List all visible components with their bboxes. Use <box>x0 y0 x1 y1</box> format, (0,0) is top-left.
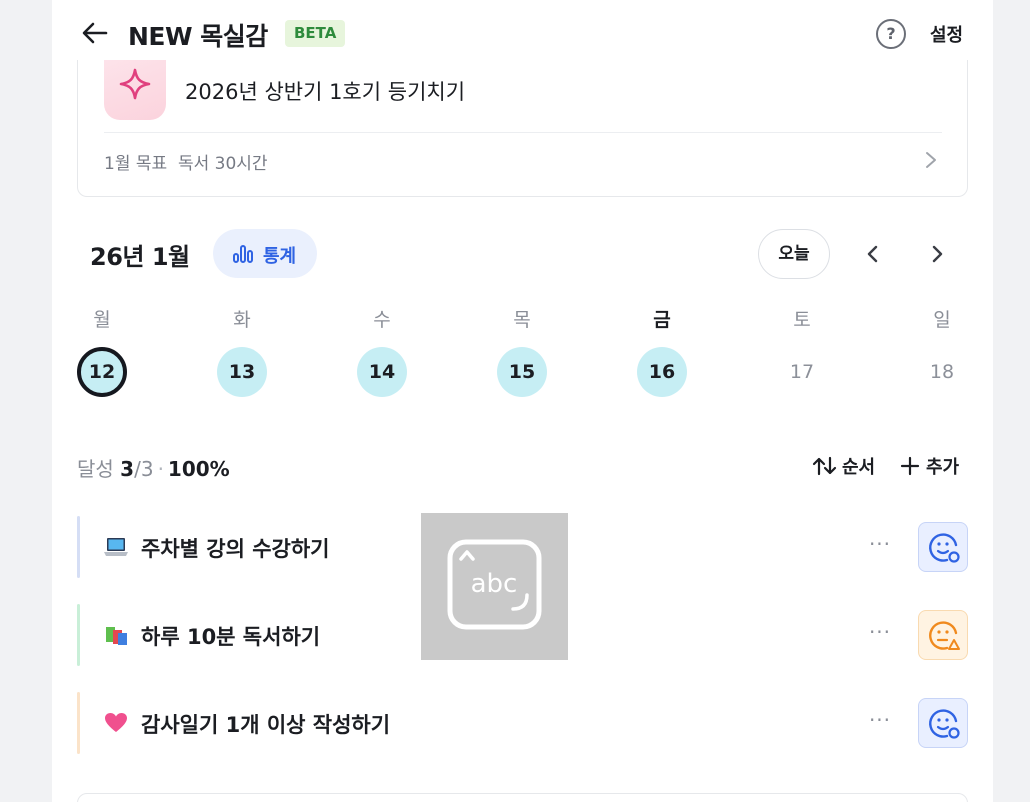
bottom-card <box>77 793 968 802</box>
more-options-button[interactable]: ··· <box>865 708 895 738</box>
chevron-right-icon[interactable] <box>924 150 938 170</box>
chevron-left-icon <box>867 245 878 263</box>
arrow-left-icon <box>82 22 108 44</box>
prev-week-button[interactable] <box>861 239 885 269</box>
weekday-label: 화 <box>233 309 251 331</box>
today-button[interactable]: 오늘 <box>758 229 830 279</box>
chevron-right-icon <box>932 245 943 263</box>
day-cell[interactable]: 18 <box>917 347 967 397</box>
task-label[interactable]: 주차별 강의 수강하기 <box>141 533 330 563</box>
order-button[interactable]: 순서 <box>812 453 875 479</box>
stats-label: 통계 <box>263 246 297 267</box>
task-label[interactable]: 하루 10분 독서하기 <box>141 621 320 651</box>
goal-icon-box <box>104 60 166 120</box>
more-options-button[interactable]: ··· <box>865 620 895 650</box>
app-page: NEW 목실감 BETA ? 설정 2026년 상반기 1호기 등기치기 1월 … <box>52 0 993 802</box>
goal-card[interactable]: 2026년 상반기 1호기 등기치기 1월 목표 독서 30시간 <box>77 60 968 197</box>
achievement-done: 3 <box>120 457 135 481</box>
task-color-bar <box>77 604 80 666</box>
day-cell[interactable]: 16 <box>637 347 687 397</box>
achievement-percent: 100% <box>167 457 230 481</box>
month-title: 26년 1월 <box>90 243 190 271</box>
achievement-prefix: 달성 <box>77 457 114 481</box>
help-button[interactable]: ? <box>876 19 906 49</box>
sort-icon <box>812 456 837 476</box>
order-label: 순서 <box>842 457 876 478</box>
task-status-button[interactable] <box>918 698 968 748</box>
keyboard-input-overlay[interactable]: abc <box>421 513 568 660</box>
stats-button[interactable]: 통계 <box>213 229 317 278</box>
task-status-button[interactable] <box>918 522 968 572</box>
weekday-label: 토 <box>793 309 811 331</box>
task-label[interactable]: 감사일기 1개 이상 작성하기 <box>141 709 390 739</box>
books-icon <box>106 627 127 645</box>
keyboard-abc-icon: abc <box>447 539 542 630</box>
header: NEW 목실감 BETA ? 설정 <box>52 0 993 68</box>
heart-icon <box>105 713 127 732</box>
day-cell[interactable]: 14 <box>357 347 407 397</box>
sparkle-icon <box>119 68 151 100</box>
task-status-button[interactable] <box>918 610 968 660</box>
bar-chart-icon <box>233 245 253 263</box>
task-color-bar <box>77 516 80 578</box>
next-week-button[interactable] <box>925 239 949 269</box>
beta-badge: BETA <box>285 20 346 47</box>
smile-clock-icon <box>929 709 960 739</box>
separator-dot: · <box>157 457 164 481</box>
add-label: 추가 <box>926 457 960 478</box>
weekday-label: 목 <box>513 309 531 331</box>
laptop-icon <box>104 538 128 556</box>
achievement-total: /3 <box>134 457 154 481</box>
weekday-label: 수 <box>373 309 391 331</box>
plus-icon <box>900 456 920 476</box>
day-cell[interactable]: 17 <box>777 347 827 397</box>
day-cell[interactable]: 12 <box>77 347 127 397</box>
add-task-button[interactable]: 추가 <box>900 453 959 479</box>
settings-button[interactable]: 설정 <box>930 21 963 47</box>
task-color-bar <box>77 692 80 754</box>
page-title: NEW 목실감 <box>128 22 268 51</box>
day-cell[interactable]: 15 <box>497 347 547 397</box>
achievement-summary: 달성 3/3 · 100% <box>77 453 230 482</box>
goal-monthly-target[interactable]: 1월 목표 독서 30시간 <box>104 149 268 174</box>
weekday-label: 금 <box>653 309 671 331</box>
more-options-button[interactable]: ··· <box>865 532 895 562</box>
smile-clock-icon <box>929 533 960 563</box>
day-cell[interactable]: 13 <box>217 347 267 397</box>
overlay-text: abc <box>471 569 518 599</box>
goal-divider <box>104 132 942 133</box>
task-item[interactable]: 감사일기 1개 이상 작성하기 ··· <box>77 692 968 754</box>
weekday-label: 월 <box>93 309 111 331</box>
warning-face-icon <box>929 621 960 650</box>
goal-title[interactable]: 2026년 상반기 1호기 등기치기 <box>185 76 465 106</box>
weekday-label: 일 <box>933 309 951 331</box>
back-button[interactable] <box>80 18 110 48</box>
